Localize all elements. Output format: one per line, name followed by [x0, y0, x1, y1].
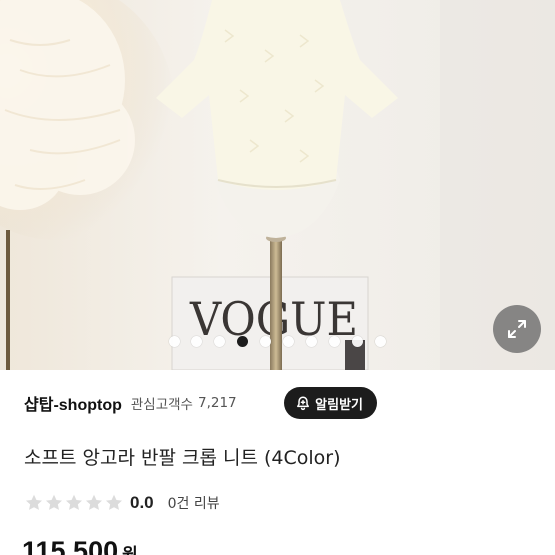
carousel-dot[interactable]	[191, 336, 202, 347]
carousel-dot[interactable]	[352, 336, 363, 347]
carousel-dot[interactable]	[169, 336, 180, 347]
rating-value: 0.0	[130, 493, 154, 512]
price-unit: 원	[122, 545, 138, 555]
star-icon	[46, 494, 62, 510]
product-price: 115,500 원	[22, 536, 138, 555]
carousel-dot[interactable]	[283, 336, 294, 347]
star-icon	[26, 494, 42, 510]
carousel-dot[interactable]	[306, 336, 317, 347]
review-count[interactable]: 0건 리뷰	[168, 493, 220, 513]
carousel-dot[interactable]	[214, 336, 225, 347]
carousel-dot[interactable]	[260, 336, 271, 347]
price-value: 115,500	[22, 536, 119, 555]
star-icon	[86, 494, 102, 510]
shop-info-row: 샵탑-shoptop 관심고객수 7,217 알림받기	[24, 385, 539, 421]
notify-label: 알림받기	[315, 397, 363, 413]
carousel-dot-active[interactable]	[237, 336, 248, 347]
star-icon	[66, 494, 82, 510]
carousel-dot[interactable]	[329, 336, 340, 347]
favorite-label: 관심고객수	[130, 397, 193, 413]
favorite-count: 7,217	[197, 395, 237, 411]
product-image-carousel[interactable]: VOGUE	[0, 0, 555, 370]
star-icon	[106, 494, 122, 510]
product-title: 소프트 앙고라 반팔 크롭 니트 (4Color)	[24, 447, 341, 469]
rating-stars	[24, 493, 124, 513]
notify-button[interactable]: 알림받기	[284, 387, 377, 419]
carousel-dot[interactable]	[375, 336, 386, 347]
carousel-indicator	[0, 335, 555, 349]
bell-plus-icon	[295, 395, 311, 411]
shop-name[interactable]: 샵탑-shoptop	[24, 391, 122, 415]
product-photo: VOGUE	[0, 0, 555, 370]
rating-row[interactable]: 0.0 0건 리뷰	[24, 490, 220, 516]
